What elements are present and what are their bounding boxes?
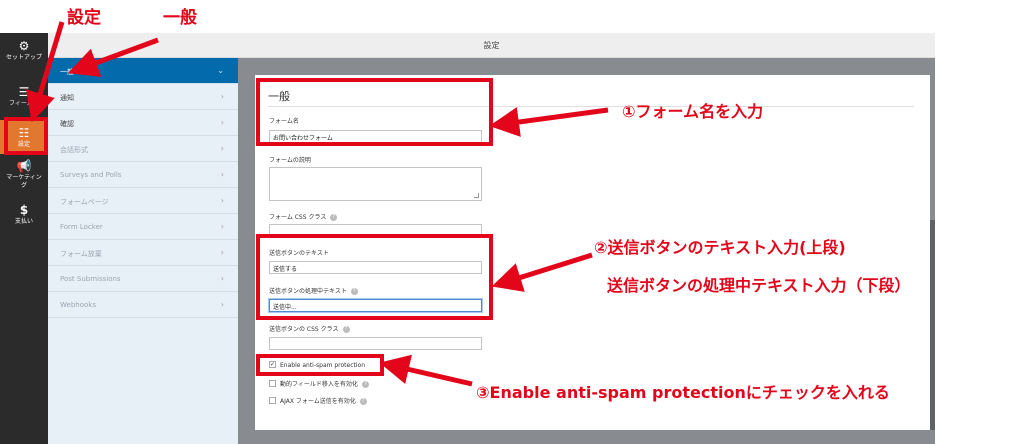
form-css-class-label-text: フォーム CSS クラス bbox=[269, 214, 327, 221]
menu-item-conversational[interactable]: 会話形式 › bbox=[48, 136, 238, 162]
chevron-down-icon: ⌄ bbox=[217, 66, 224, 75]
form-css-class-label: フォーム CSS クラス? bbox=[269, 212, 338, 221]
chevron-right-icon: › bbox=[220, 170, 224, 179]
chevron-right-icon: › bbox=[220, 92, 224, 101]
help-icon[interactable]: ? bbox=[342, 326, 350, 333]
annotation-box-form-name bbox=[256, 78, 493, 146]
page-title: 設定 bbox=[483, 41, 500, 50]
rail-fields-label: フィールド bbox=[9, 100, 39, 107]
menu-item-label: Post Submissions bbox=[60, 275, 121, 283]
rail-marketing[interactable]: 📢 マーケティング bbox=[0, 159, 48, 190]
annotation-note-3: ③Enable anti-spam protectionにチェックを入れる bbox=[476, 383, 890, 402]
chevron-right-icon: › bbox=[220, 274, 224, 283]
submit-css-class-label: 送信ボタンの CSS クラス? bbox=[269, 324, 350, 333]
dynamic-fields-checkbox-row[interactable]: 動的フィールド移入を有効化? bbox=[269, 379, 369, 389]
builder-header: 設定 bbox=[48, 33, 935, 58]
menu-item-post-submissions[interactable]: Post Submissions › bbox=[48, 266, 238, 292]
ajax-submit-checkbox-row[interactable]: AJAX フォーム送信を有効化? bbox=[269, 396, 367, 406]
menu-item-notifications[interactable]: 通知 › bbox=[48, 84, 238, 110]
menu-item-surveys[interactable]: Surveys and Polls › bbox=[48, 162, 238, 188]
list-icon: ☰ bbox=[18, 85, 30, 99]
chevron-right-icon: › bbox=[220, 222, 224, 231]
menu-item-general[interactable]: 一般 ⌄ bbox=[48, 58, 238, 84]
submit-css-class-input[interactable] bbox=[269, 337, 482, 350]
menu-item-label: 通知 bbox=[60, 94, 74, 102]
menu-item-confirmations[interactable]: 確認 › bbox=[48, 110, 238, 136]
form-description-label: フォームの説明 bbox=[269, 157, 311, 164]
rail-setup[interactable]: ⚙ セットアップ bbox=[0, 39, 48, 62]
annotation-box-antispam bbox=[256, 354, 384, 376]
menu-item-label: 会話形式 bbox=[60, 146, 88, 154]
ajax-submit-label: AJAX フォーム送信を有効化 bbox=[280, 398, 356, 405]
rail-payments-label: 支払い bbox=[14, 218, 33, 225]
submit-css-class-label-text: 送信ボタンの CSS クラス bbox=[269, 326, 339, 333]
builder-sidebar: ⚙ セットアップ ☰ フィールド ☷ 設定 📢 マーケティング $ 支払い bbox=[0, 33, 48, 444]
annotation-box-submit-text bbox=[256, 234, 493, 320]
screenshot: ⚙ セットアップ ☰ フィールド ☷ 設定 📢 マーケティング $ 支払い 設定… bbox=[0, 0, 1024, 444]
menu-item-webhooks[interactable]: Webhooks › bbox=[48, 292, 238, 318]
rail-payments[interactable]: $ 支払い bbox=[0, 203, 48, 226]
menu-item-form-abandonment[interactable]: フォーム放棄 › bbox=[48, 240, 238, 266]
menu-item-label: フォームページ bbox=[60, 198, 109, 206]
dynamic-fields-checkbox[interactable] bbox=[269, 380, 276, 387]
dynamic-fields-label: 動的フィールド移入を有効化 bbox=[280, 381, 358, 388]
rail-marketing-label: マーケティング bbox=[6, 174, 42, 189]
rail-fields[interactable]: ☰ フィールド bbox=[0, 85, 48, 108]
menu-item-label: 一般 bbox=[60, 68, 74, 76]
settings-menu: 一般 ⌄ 通知 › 確認 › 会話形式 › Surveys and Polls … bbox=[48, 58, 238, 444]
dollar-icon: $ bbox=[19, 203, 29, 217]
menu-item-label: Surveys and Polls bbox=[60, 171, 122, 179]
chevron-right-icon: › bbox=[220, 248, 224, 257]
chevron-right-icon: › bbox=[220, 144, 224, 153]
resize-handle-icon[interactable] bbox=[474, 193, 479, 198]
menu-item-form-pages[interactable]: フォームページ › bbox=[48, 188, 238, 214]
help-icon[interactable]: ? bbox=[359, 398, 367, 405]
menu-item-form-locker[interactable]: Form Locker › bbox=[48, 214, 238, 240]
rail-setup-label: セットアップ bbox=[5, 54, 42, 61]
annotation-note-2b: 送信ボタンの処理中テキスト入力（下段） bbox=[607, 276, 911, 295]
menu-item-label: 確認 bbox=[60, 120, 74, 128]
annotation-general: 一般 bbox=[163, 8, 197, 28]
annotation-box-settings bbox=[4, 117, 48, 155]
chevron-right-icon: › bbox=[220, 196, 224, 205]
annotation-settings: 設定 bbox=[67, 8, 101, 28]
menu-item-label: Webhooks bbox=[60, 301, 96, 309]
annotation-note-1: ①フォーム名を入力 bbox=[622, 102, 764, 121]
menu-item-label: フォーム放棄 bbox=[60, 250, 102, 258]
annotation-note-2: ②送信ボタンのテキスト入力(上段) bbox=[594, 238, 846, 257]
menu-item-label: Form Locker bbox=[60, 223, 103, 231]
gear-icon: ⚙ bbox=[18, 39, 30, 53]
form-description-textarea[interactable] bbox=[269, 167, 482, 201]
help-icon[interactable]: ? bbox=[361, 381, 369, 388]
chevron-right-icon: › bbox=[220, 118, 224, 127]
chevron-right-icon: › bbox=[220, 300, 224, 309]
help-icon[interactable]: ? bbox=[330, 214, 338, 221]
ajax-submit-checkbox[interactable] bbox=[269, 397, 276, 404]
megaphone-icon: 📢 bbox=[16, 159, 32, 173]
